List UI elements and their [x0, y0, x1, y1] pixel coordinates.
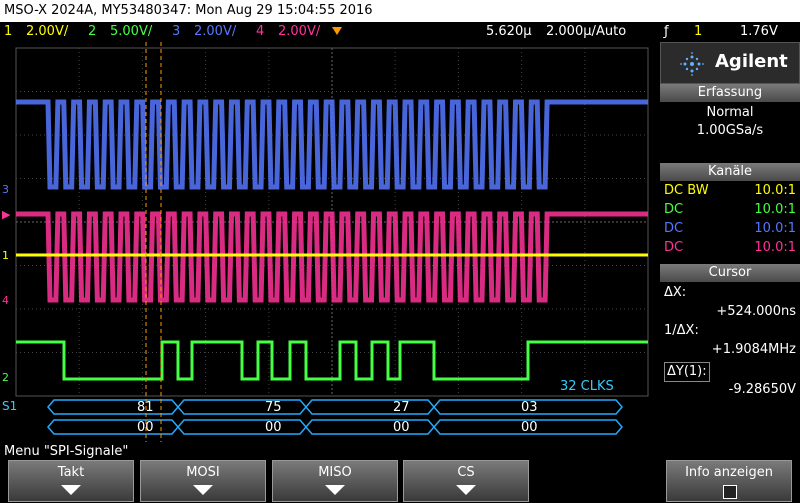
agilent-spark-logo-icon	[679, 51, 705, 81]
down-arrow-icon	[61, 485, 81, 495]
channel-marker-5: 2	[2, 371, 9, 384]
acquire-mode[interactable]: Auto	[596, 22, 626, 42]
brand-header: Agilent	[660, 42, 800, 84]
serial-frame	[305, 399, 435, 415]
down-arrow-icon	[325, 485, 345, 495]
ch4-num[interactable]: 4	[256, 22, 264, 42]
serial-frame	[47, 419, 179, 435]
serial-bus-label: S1	[2, 399, 18, 413]
channel-marker-1: 3	[2, 183, 9, 196]
softkey-mosi[interactable]: MOSI	[140, 460, 266, 502]
info-checkbox[interactable]	[723, 485, 737, 499]
channel-marker-4: 4	[2, 294, 9, 307]
right-side-panel: Agilent Erfassung Normal 1.00GSa/s Kanäl…	[660, 42, 800, 442]
softkey-cs-label: CS	[457, 465, 475, 480]
ch2-probe: 10.0:1	[754, 202, 796, 217]
ch4-probe: 10.0:1	[754, 240, 796, 255]
acquisition-mode: Normal	[706, 105, 754, 120]
clock-count-label: 32 CLKS	[560, 379, 614, 394]
ch3-clock-trace	[16, 99, 648, 190]
serial-frame	[177, 399, 307, 415]
dx-label: ΔX:	[664, 285, 687, 300]
dy-label: ΔY(1):	[664, 362, 710, 382]
channel-marker-2: ▶	[2, 208, 11, 221]
ch3-probe: 10.0:1	[754, 221, 796, 236]
ch3-num[interactable]: 3	[172, 22, 180, 42]
softkey-menu: Menu "SPI-Signale" Takt MOSI MISO CS Inf…	[0, 442, 800, 503]
trigger-edge-icon: ƒ	[664, 24, 669, 39]
timebase-delay[interactable]: 5.620µ	[486, 22, 532, 42]
ch4-scale[interactable]: 2.00V/	[278, 22, 320, 42]
dx-value: +524.000ns	[716, 304, 796, 319]
waveform-display[interactable]: 3 ▶ 1 4 2 32 CLKS 81 75 27 03 00 00 00 00 S1	[0, 42, 660, 442]
softkey-mosi-label: MOSI	[186, 465, 220, 480]
miso-byte-4: 00	[521, 420, 538, 435]
softkey-takt-label: Takt	[57, 465, 85, 480]
window-title-bar: MSO-X 2024A, MY53480347: Mon Aug 29 15:0…	[0, 0, 800, 22]
cursor-header[interactable]: Cursor	[660, 264, 800, 282]
ch1-scale[interactable]: 2.00V/	[26, 22, 68, 42]
softkey-info[interactable]: Info anzeigen	[666, 460, 792, 502]
trigger-level[interactable]: 1.76V	[740, 22, 778, 42]
trigger-position-icon	[330, 24, 344, 44]
dy-value: -9.28650V	[728, 382, 796, 397]
ch2-coupling: DC	[664, 202, 684, 217]
miso-byte-2: 00	[265, 420, 282, 435]
inv-dx-value: +1.9084MHz	[711, 342, 796, 357]
miso-byte-3: 00	[393, 420, 410, 435]
acquisition-header[interactable]: Erfassung	[660, 84, 800, 102]
miso-byte-1: 00	[137, 420, 154, 435]
down-arrow-icon	[193, 485, 213, 495]
ch1-probe: 10.0:1	[754, 183, 796, 198]
sample-rate: 1.00GSa/s	[696, 123, 764, 138]
ch2-num[interactable]: 2	[88, 22, 96, 42]
softkey-miso[interactable]: MISO	[272, 460, 398, 502]
serial-frame	[177, 419, 307, 435]
channels-header[interactable]: Kanäle	[660, 163, 800, 181]
down-arrow-icon	[456, 485, 476, 495]
ch1-num[interactable]: 1	[4, 22, 12, 42]
brand-name: Agilent	[715, 51, 788, 72]
trigger-channel[interactable]: 1	[694, 22, 702, 42]
channel-marker-3: 1	[2, 249, 9, 262]
timebase-scale[interactable]: 2.000µ/	[546, 22, 596, 42]
ch3-scale[interactable]: 2.00V/	[194, 22, 236, 42]
ch1-coupling: DC	[664, 183, 684, 198]
channel-status-bar: 1 2.00V/ 2 5.00V/ 3 2.00V/ 4 2.00V/ 5.62…	[0, 22, 800, 42]
mosi-byte-3: 27	[393, 400, 410, 415]
softkey-takt[interactable]: Takt	[8, 460, 134, 502]
serial-frame	[305, 419, 435, 435]
mosi-byte-1: 81	[137, 400, 154, 415]
mosi-byte-2: 75	[265, 400, 282, 415]
window-title: MSO-X 2024A, MY53480347: Mon Aug 29 15:0…	[4, 3, 373, 18]
softkey-cs[interactable]: CS	[403, 460, 529, 502]
mosi-byte-4: 03	[521, 400, 538, 415]
ch4-data-trace	[16, 211, 648, 303]
ch3-coupling: DC	[664, 221, 684, 236]
softkey-miso-label: MISO	[318, 465, 352, 480]
ch1-bw-limit: BW	[687, 183, 709, 198]
ch2-scale[interactable]: 5.00V/	[110, 22, 152, 42]
serial-frame	[47, 399, 179, 415]
ch4-coupling: DC	[664, 240, 684, 255]
menu-title: Menu "SPI-Signale"	[4, 444, 129, 459]
inv-dx-label: 1/ΔX:	[664, 323, 699, 338]
softkey-info-label: Info anzeigen	[685, 465, 773, 480]
